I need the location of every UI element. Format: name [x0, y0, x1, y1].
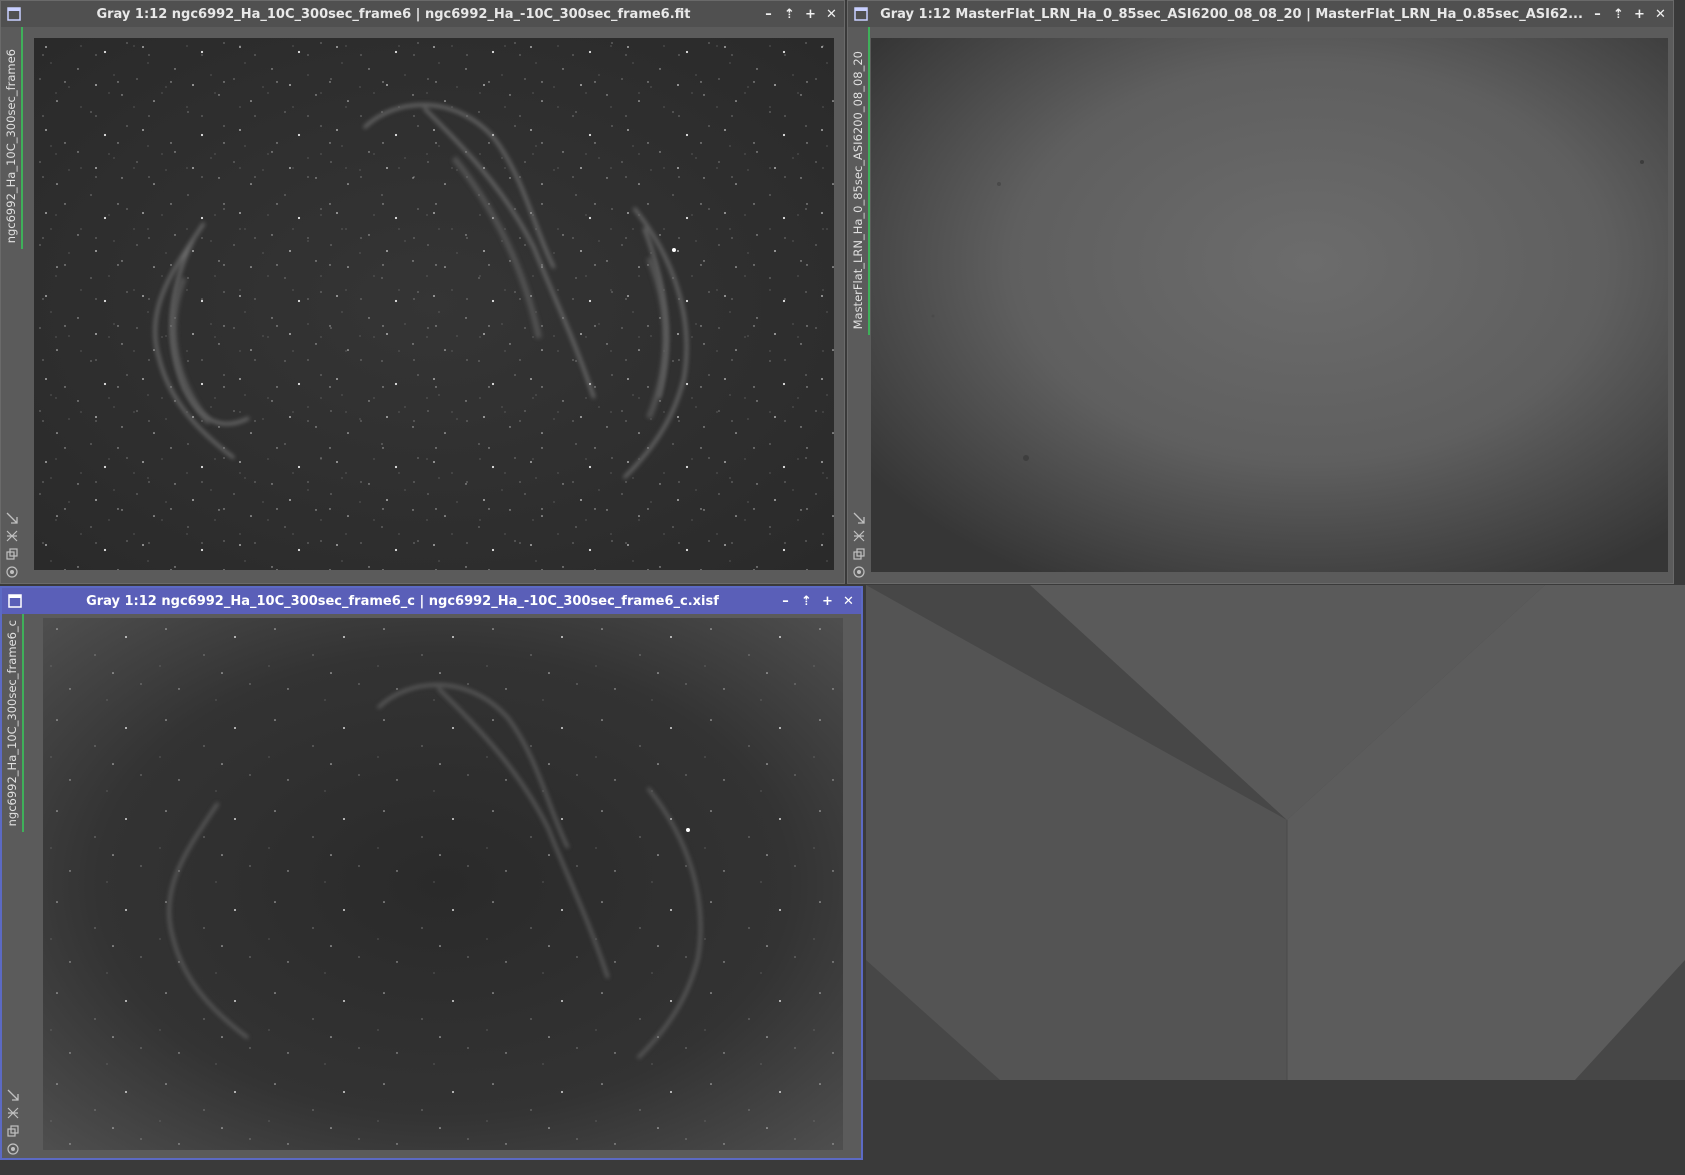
nebula-image-frame6 [34, 38, 834, 570]
nebula-image-frame6-c [43, 618, 843, 1150]
shade-button[interactable]: ⇡ [781, 5, 798, 23]
window-title: Gray 1:12 MasterFlat_LRN_Ha_0_85sec_ASI6… [880, 6, 1583, 22]
shade-button[interactable]: ⇡ [1610, 5, 1627, 23]
clone-icon[interactable] [6, 1124, 20, 1138]
maximize-button[interactable]: + [819, 592, 836, 610]
title-bar[interactable]: Gray 1:12 ngc6992_Ha_10C_300sec_frame6_c… [2, 588, 861, 614]
side-toolbar [6, 1088, 20, 1156]
fit-view-icon[interactable] [5, 511, 19, 525]
shade-button[interactable]: ⇡ [798, 592, 815, 610]
window-icon [8, 594, 22, 608]
stf-icon[interactable] [6, 1142, 20, 1156]
image-window-frame6[interactable]: Gray 1:12 ngc6992_Ha_10C_300sec_frame6 |… [0, 0, 845, 584]
image-tab-label: MasterFlat_LRN_Ha_0_85sec_ASI6200_08_08_… [851, 50, 865, 329]
flat-image [871, 38, 1668, 572]
clone-icon[interactable] [852, 547, 866, 561]
window-icon [7, 7, 21, 21]
stf-icon[interactable] [5, 565, 19, 579]
zoom-icon[interactable] [5, 529, 19, 543]
image-window-masterflat[interactable]: Gray 1:12 MasterFlat_LRN_Ha_0_85sec_ASI6… [847, 0, 1674, 584]
image-window-frame6-c[interactable]: Gray 1:12 ngc6992_Ha_10C_300sec_frame6_c… [0, 586, 863, 1160]
minimize-button[interactable]: – [760, 5, 777, 23]
fit-view-icon[interactable] [6, 1088, 20, 1102]
image-tab[interactable]: MasterFlat_LRN_Ha_0_85sec_ASI6200_08_08_… [848, 27, 870, 335]
window-title: Gray 1:12 ngc6992_Ha_10C_300sec_frame6_c… [86, 593, 719, 609]
minimize-button[interactable]: – [1589, 5, 1606, 23]
stf-icon[interactable] [852, 565, 866, 579]
image-canvas-masterflat[interactable] [871, 38, 1668, 572]
image-canvas-frame6-c[interactable] [43, 618, 843, 1150]
image-tab[interactable]: ngc6992_Ha_10C_300sec_frame6_c [2, 614, 24, 832]
title-bar[interactable]: Gray 1:12 MasterFlat_LRN_Ha_0_85sec_ASI6… [848, 1, 1673, 27]
close-button[interactable]: ✕ [840, 592, 857, 610]
side-toolbar [5, 511, 19, 579]
minimize-button[interactable]: – [777, 592, 794, 610]
window-title: Gray 1:12 ngc6992_Ha_10C_300sec_frame6 |… [96, 6, 691, 22]
title-bar[interactable]: Gray 1:12 ngc6992_Ha_10C_300sec_frame6 |… [1, 1, 844, 27]
image-canvas-frame6[interactable] [34, 38, 834, 570]
clone-icon[interactable] [5, 547, 19, 561]
window-icon [854, 7, 868, 21]
image-tab-label: ngc6992_Ha_10C_300sec_frame6 [4, 48, 18, 243]
close-button[interactable]: ✕ [823, 5, 840, 23]
side-toolbar [852, 511, 866, 579]
maximize-button[interactable]: + [1631, 5, 1648, 23]
close-button[interactable]: ✕ [1652, 5, 1669, 23]
image-tab-label: ngc6992_Ha_10C_300sec_frame6_c [5, 619, 19, 826]
zoom-icon[interactable] [852, 529, 866, 543]
zoom-icon[interactable] [6, 1106, 20, 1120]
image-tab[interactable]: ngc6992_Ha_10C_300sec_frame6 [1, 27, 23, 249]
fit-view-icon[interactable] [852, 511, 866, 525]
maximize-button[interactable]: + [802, 5, 819, 23]
